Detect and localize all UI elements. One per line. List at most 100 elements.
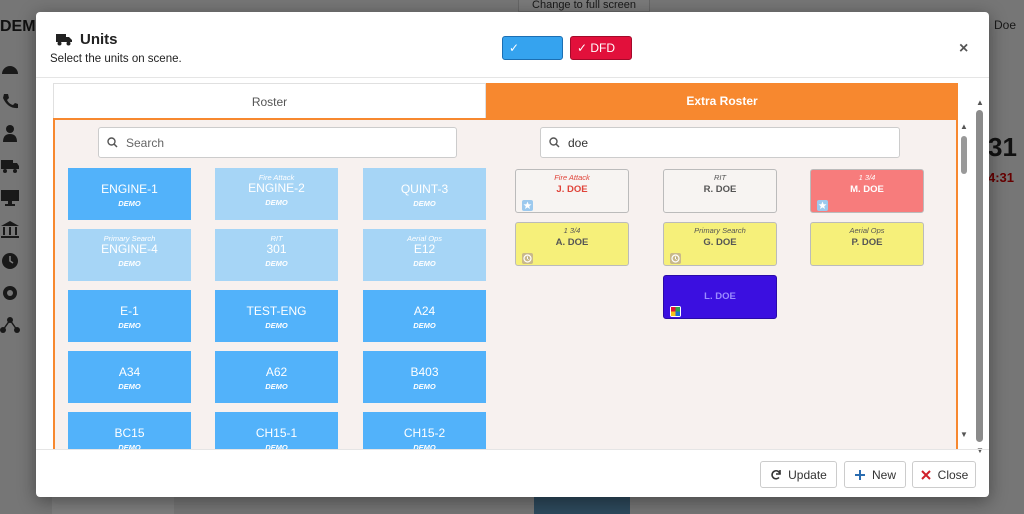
person-card[interactable]: RIT R. DOE [663, 169, 777, 213]
clock-icon [522, 251, 533, 264]
unit-card[interactable]: ENGINE-1 DEMO [68, 168, 191, 220]
unit-department: DEMO [265, 259, 288, 268]
department-tag-demo[interactable]: ✓ DEMO [502, 36, 563, 77]
unit-name: B403 [410, 365, 439, 379]
star-icon [522, 198, 533, 211]
tab-extra-roster[interactable]: Extra Roster [486, 83, 958, 120]
unit-department: DEMO [118, 259, 141, 268]
unit-card[interactable]: A24 DEMO [363, 290, 486, 342]
unit-card[interactable]: E-1 DEMO [68, 290, 191, 342]
unit-card[interactable]: A62 DEMO [215, 351, 338, 403]
scroll-thumb[interactable] [961, 136, 967, 174]
unit-card[interactable]: RIT 301 DEMO [215, 229, 338, 281]
person-name: A. DOE [555, 237, 589, 248]
unit-department: DEMO [118, 382, 141, 391]
person-role: Aerial Ops [849, 226, 885, 235]
scroll-up-icon[interactable]: ▲ [960, 122, 968, 131]
search-icon [549, 137, 560, 148]
unit-card[interactable]: TEST-ENG DEMO [215, 290, 338, 342]
star-icon [817, 198, 828, 211]
update-label: Update [788, 467, 827, 482]
scroll-thumb[interactable] [976, 110, 983, 442]
person-name: R. DOE [703, 184, 737, 195]
person-card[interactable]: 1 3/4 A. DOE [515, 222, 629, 266]
unit-department: DEMO [413, 199, 436, 208]
unit-search-box [98, 127, 457, 158]
units-modal: Units Select the units on scene. ✓ DEMO … [36, 12, 989, 497]
scroll-up-icon[interactable]: ▲ [976, 98, 984, 107]
unit-department: DEMO [118, 199, 141, 208]
person-name: J. DOE [556, 184, 588, 195]
close-button[interactable]: Close [912, 461, 976, 488]
modal-footer: Update New Close [36, 449, 989, 497]
person-search-input[interactable] [568, 135, 868, 150]
unit-card[interactable]: BC15 DEMO [68, 412, 191, 449]
person-card[interactable]: Primary Search G. DOE [663, 222, 777, 266]
unit-name: A62 [265, 365, 288, 379]
unit-card[interactable]: A34 DEMO [68, 351, 191, 403]
unit-card[interactable]: B403 DEMO [363, 351, 486, 403]
unit-name: A34 [118, 365, 141, 379]
person-role: Fire Attack [554, 173, 590, 182]
roster-tabs: Roster Extra Roster [53, 83, 958, 120]
scroll-down-icon[interactable]: ▼ [960, 430, 968, 439]
unit-name: A24 [413, 304, 436, 318]
modal-title: Units [56, 31, 118, 48]
unit-name: ENGINE-1 [101, 182, 158, 196]
roster-pane: ENGINE-1DEMOFire AttackENGINE-2DEMOQUINT… [53, 118, 968, 449]
unit-card[interactable]: CH15-1 DEMO [215, 412, 338, 449]
person-name: P. DOE [851, 237, 883, 248]
refresh-icon [771, 469, 781, 480]
person-name: M. DOE [850, 184, 884, 195]
tab-roster[interactable]: Roster [53, 83, 486, 120]
unit-name: CH15-2 [403, 426, 446, 440]
unit-card[interactable]: Fire Attack ENGINE-2 DEMO [215, 168, 338, 220]
person-card[interactable]: Aerial Ops P. DOE [810, 222, 924, 266]
update-button[interactable]: Update [760, 461, 837, 488]
close-label: Close [937, 467, 969, 482]
person-role: Primary Search [694, 226, 746, 235]
unit-department: DEMO [413, 259, 436, 268]
unit-name: E-1 [120, 304, 139, 318]
unit-department: DEMO [265, 321, 288, 330]
new-button[interactable]: New [844, 461, 906, 488]
truck-icon [56, 34, 72, 46]
unit-department: DEMO [118, 321, 141, 330]
unit-card[interactable]: Primary Search ENGINE-4 DEMO [68, 229, 191, 281]
pane-scrollbar[interactable]: ▲ ▼ [960, 122, 968, 440]
unit-name: CH15-1 [255, 426, 298, 440]
person-role: RIT [713, 173, 727, 182]
clock-icon [670, 251, 681, 264]
department-tag-dfd[interactable]: ✓ DFD [570, 36, 632, 60]
search-icon [107, 137, 118, 148]
modal-title-text: Units [80, 31, 118, 48]
person-name: G. DOE [703, 237, 737, 248]
person-name: L. DOE [704, 291, 736, 302]
person-card[interactable]: Fire Attack J. DOE [515, 169, 629, 213]
close-icon[interactable]: × [959, 40, 968, 58]
person-search-box [540, 127, 900, 158]
unit-name: BC15 [114, 426, 145, 440]
person-role: 1 3/4 [563, 226, 581, 235]
unit-name: E12 [413, 242, 436, 256]
person-card[interactable]: 1 3/4 M. DOE [810, 169, 924, 213]
close-icon [920, 469, 931, 480]
unit-card[interactable]: QUINT-3 DEMO [363, 168, 486, 220]
new-label: New [871, 467, 896, 482]
unit-name: TEST-ENG [246, 304, 307, 318]
unit-department: DEMO [413, 321, 436, 330]
modal-body: Roster Extra Roster ENGINE-1 DEMO Fire Att… [36, 78, 989, 449]
unit-card[interactable]: Aerial Ops E12 DEMO [363, 229, 486, 281]
unit-card[interactable]: CH15-2 DEMO [363, 412, 486, 449]
modal-header: Units Select the units on scene. ✓ DEMO … [36, 12, 989, 78]
unit-name: ENGINE-2 [248, 181, 305, 195]
plus-icon [854, 469, 865, 480]
unit-search-input[interactable] [126, 135, 426, 150]
person-card[interactable]: L. DOE [663, 275, 777, 319]
modal-subtitle: Select the units on scene. [50, 53, 182, 65]
unit-name: QUINT-3 [400, 182, 449, 196]
unit-department: DEMO [413, 382, 436, 391]
unit-name: ENGINE-4 [101, 242, 158, 256]
modal-scrollbar[interactable]: ▲ ▼ [974, 98, 986, 458]
person-role: 1 3/4 [858, 173, 876, 182]
